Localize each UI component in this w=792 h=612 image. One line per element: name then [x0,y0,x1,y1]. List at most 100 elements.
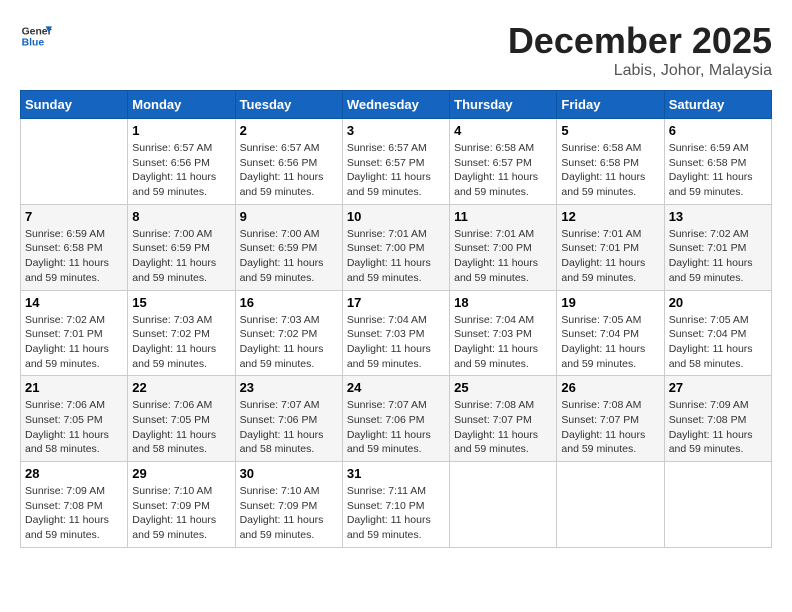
calendar-day-cell: 30 Sunrise: 7:10 AMSunset: 7:09 PMDayligh… [235,462,342,548]
day-number: 17 [347,295,445,310]
day-info: Sunrise: 7:01 AMSunset: 7:00 PMDaylight:… [347,227,445,286]
calendar-week-row: 14 Sunrise: 7:02 AMSunset: 7:01 PMDayligh… [21,290,772,376]
day-number: 20 [669,295,767,310]
day-number: 15 [132,295,230,310]
day-info: Sunrise: 7:01 AMSunset: 7:00 PMDaylight:… [454,227,552,286]
calendar-day-cell: 2Sunrise: 6:57 AMSunset: 6:56 PMDaylight… [235,119,342,205]
day-number: 25 [454,380,552,395]
day-info: Sunrise: 7:08 AMSunset: 7:07 PMDaylight:… [454,398,552,457]
day-number: 30 [240,466,338,481]
calendar-day-cell [21,119,128,205]
calendar-day-cell: 4 Sunrise: 6:58 AMSunset: 6:57 PMDaylight… [450,119,557,205]
calendar-day-cell: 15Sunrise: 7:03 AMSunset: 7:02 PMDayligh… [128,290,235,376]
day-info: Sunrise: 7:06 AMSunset: 7:05 PMDaylight:… [132,398,230,457]
day-info: Sunrise: 7:03 AMSunset: 7:02 PMDaylight:… [240,313,338,372]
calendar-day-cell: 13Sunrise: 7:02 AMSunset: 7:01 PMDayligh… [664,204,771,290]
day-info: Sunrise: 7:05 AMSunset: 7:04 PMDaylight:… [669,313,767,372]
calendar-day-cell: 10 Sunrise: 7:01 AMSunset: 7:00 PMDayligh… [342,204,449,290]
weekday-header: Saturday [664,91,771,119]
day-info: Sunrise: 6:58 AMSunset: 6:57 PMDaylight:… [454,141,552,200]
calendar-day-cell [557,462,664,548]
calendar-header-row: SundayMondayTuesdayWednesdayThursdayFrid… [21,91,772,119]
day-number: 21 [25,380,123,395]
weekday-header: Friday [557,91,664,119]
day-info: Sunrise: 7:05 AMSunset: 7:04 PMDaylight:… [561,313,659,372]
day-number: 2 [240,123,338,138]
day-number: 22 [132,380,230,395]
calendar-day-cell: 11 Sunrise: 7:01 AMSunset: 7:00 PMDayligh… [450,204,557,290]
day-number: 7 [25,209,123,224]
day-number: 5 [561,123,659,138]
calendar-day-cell: 7 Sunrise: 6:59 AMSunset: 6:58 PMDaylight… [21,204,128,290]
day-number: 28 [25,466,123,481]
page-header: General Blue December 2025 Labis, Johor,… [20,20,772,80]
day-info: Sunrise: 7:09 AMSunset: 7:08 PMDaylight:… [25,484,123,543]
calendar-day-cell: 14 Sunrise: 7:02 AMSunset: 7:01 PMDayligh… [21,290,128,376]
calendar-day-cell: 26Sunrise: 7:08 AMSunset: 7:07 PMDayligh… [557,376,664,462]
title-area: December 2025 Labis, Johor, Malaysia [508,20,772,80]
calendar-day-cell: 3Sunrise: 6:57 AMSunset: 6:57 PMDaylight… [342,119,449,205]
day-info: Sunrise: 7:11 AMSunset: 7:10 PMDaylight:… [347,484,445,543]
day-info: Sunrise: 7:04 AMSunset: 7:03 PMDaylight:… [347,313,445,372]
day-number: 4 [454,123,552,138]
day-info: Sunrise: 7:09 AMSunset: 7:08 PMDaylight:… [669,398,767,457]
calendar-day-cell: 17 Sunrise: 7:04 AMSunset: 7:03 PMDayligh… [342,290,449,376]
location: Labis, Johor, Malaysia [508,62,772,80]
calendar-day-cell: 31Sunrise: 7:11 AMSunset: 7:10 PMDayligh… [342,462,449,548]
weekday-header: Sunday [21,91,128,119]
calendar-day-cell [664,462,771,548]
calendar-day-cell: 29 Sunrise: 7:10 AMSunset: 7:09 PMDayligh… [128,462,235,548]
calendar-day-cell: 6 Sunrise: 6:59 AMSunset: 6:58 PMDaylight… [664,119,771,205]
day-info: Sunrise: 6:58 AMSunset: 6:58 PMDaylight:… [561,141,659,200]
day-info: Sunrise: 7:10 AMSunset: 7:09 PMDaylight:… [240,484,338,543]
day-number: 6 [669,123,767,138]
day-number: 23 [240,380,338,395]
calendar-day-cell: 27 Sunrise: 7:09 AMSunset: 7:08 PMDayligh… [664,376,771,462]
calendar-day-cell: 28 Sunrise: 7:09 AMSunset: 7:08 PMDayligh… [21,462,128,548]
calendar-week-row: 1 Sunrise: 6:57 AMSunset: 6:56 PMDaylight… [21,119,772,205]
day-info: Sunrise: 7:02 AMSunset: 7:01 PMDaylight:… [25,313,123,372]
calendar-day-cell: 23Sunrise: 7:07 AMSunset: 7:06 PMDayligh… [235,376,342,462]
day-number: 27 [669,380,767,395]
calendar-day-cell: 20 Sunrise: 7:05 AMSunset: 7:04 PMDayligh… [664,290,771,376]
day-info: Sunrise: 7:00 AMSunset: 6:59 PMDaylight:… [240,227,338,286]
day-number: 9 [240,209,338,224]
calendar-day-cell: 1 Sunrise: 6:57 AMSunset: 6:56 PMDaylight… [128,119,235,205]
day-info: Sunrise: 6:59 AMSunset: 6:58 PMDaylight:… [25,227,123,286]
logo: General Blue [20,20,52,52]
day-number: 1 [132,123,230,138]
weekday-header: Thursday [450,91,557,119]
calendar-day-cell: 24 Sunrise: 7:07 AMSunset: 7:06 PMDayligh… [342,376,449,462]
day-info: Sunrise: 7:00 AMSunset: 6:59 PMDaylight:… [132,227,230,286]
calendar-day-cell: 5 Sunrise: 6:58 AMSunset: 6:58 PMDaylight… [557,119,664,205]
day-number: 29 [132,466,230,481]
calendar-day-cell: 12 Sunrise: 7:01 AMSunset: 7:01 PMDayligh… [557,204,664,290]
calendar-day-cell: 22 Sunrise: 7:06 AMSunset: 7:05 PMDayligh… [128,376,235,462]
day-info: Sunrise: 6:57 AMSunset: 6:56 PMDaylight:… [132,141,230,200]
calendar-week-row: 28 Sunrise: 7:09 AMSunset: 7:08 PMDayligh… [21,462,772,548]
calendar-day-cell: 19 Sunrise: 7:05 AMSunset: 7:04 PMDayligh… [557,290,664,376]
weekday-header: Tuesday [235,91,342,119]
day-number: 14 [25,295,123,310]
day-number: 18 [454,295,552,310]
day-info: Sunrise: 7:04 AMSunset: 7:03 PMDaylight:… [454,313,552,372]
day-info: Sunrise: 7:06 AMSunset: 7:05 PMDaylight:… [25,398,123,457]
calendar-day-cell: 21 Sunrise: 7:06 AMSunset: 7:05 PMDayligh… [21,376,128,462]
day-info: Sunrise: 7:10 AMSunset: 7:09 PMDaylight:… [132,484,230,543]
svg-text:Blue: Blue [22,38,45,49]
calendar-day-cell: 18 Sunrise: 7:04 AMSunset: 7:03 PMDayligh… [450,290,557,376]
day-number: 8 [132,209,230,224]
calendar-day-cell: 16Sunrise: 7:03 AMSunset: 7:02 PMDayligh… [235,290,342,376]
day-info: Sunrise: 6:59 AMSunset: 6:58 PMDaylight:… [669,141,767,200]
day-number: 10 [347,209,445,224]
logo-icon: General Blue [20,20,52,52]
calendar-day-cell: 25 Sunrise: 7:08 AMSunset: 7:07 PMDayligh… [450,376,557,462]
day-number: 24 [347,380,445,395]
day-number: 19 [561,295,659,310]
day-info: Sunrise: 7:01 AMSunset: 7:01 PMDaylight:… [561,227,659,286]
day-number: 12 [561,209,659,224]
day-info: Sunrise: 7:07 AMSunset: 7:06 PMDaylight:… [347,398,445,457]
weekday-header: Wednesday [342,91,449,119]
day-number: 13 [669,209,767,224]
day-number: 11 [454,209,552,224]
